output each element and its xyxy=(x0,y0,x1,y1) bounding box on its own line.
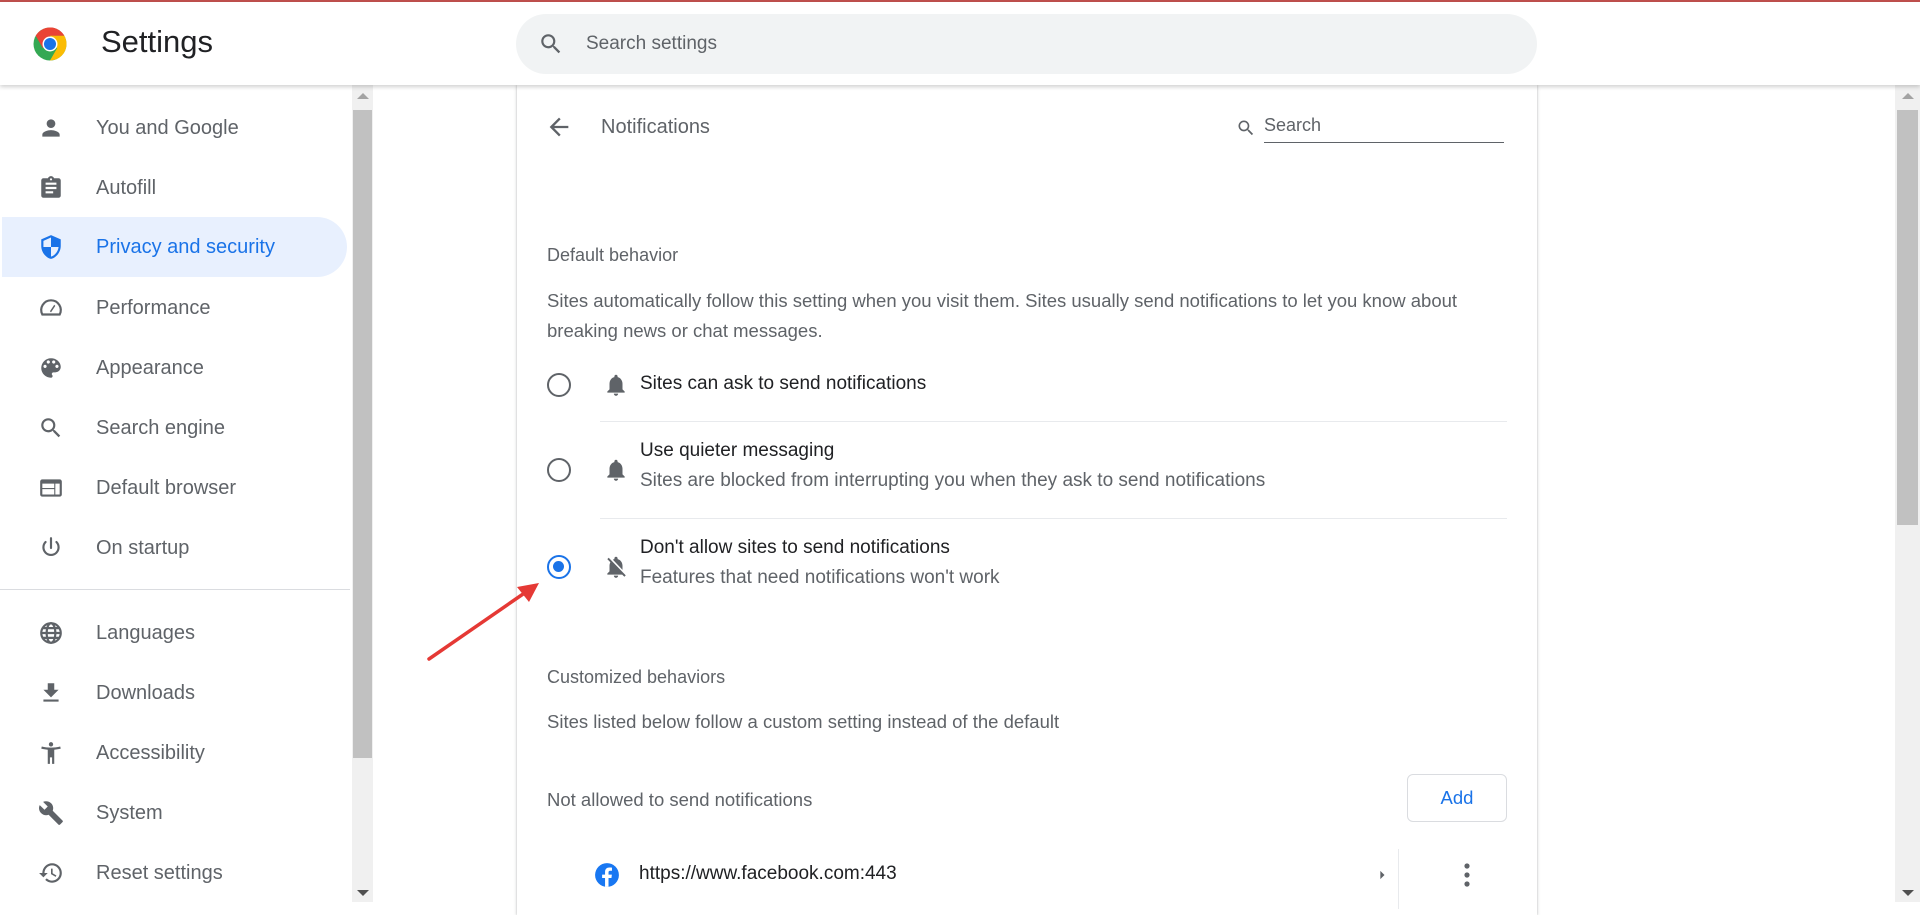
sidebar-item-performance[interactable]: Performance xyxy=(2,278,347,338)
speedometer-icon xyxy=(38,295,64,321)
power-icon xyxy=(38,535,64,561)
option-divider xyxy=(600,518,1507,519)
scroll-down-arrow-icon[interactable] xyxy=(1901,890,1914,896)
sidebar-item-label: Autofill xyxy=(96,176,157,199)
search-settings-field[interactable] xyxy=(516,14,1537,74)
sidebar-item-label: System xyxy=(96,801,163,824)
sidebar-item-on-startup[interactable]: On startup xyxy=(2,518,347,578)
shield-icon xyxy=(38,234,64,260)
sidebar: You and Google Autofill Privacy and secu… xyxy=(0,85,352,902)
customized-behaviors-description: Sites listed below follow a custom setti… xyxy=(547,711,1060,732)
more-vert-icon[interactable] xyxy=(1462,861,1472,889)
clipboard-icon xyxy=(38,175,64,201)
sidebar-item-system[interactable]: System xyxy=(2,783,347,843)
option-label: Sites can ask to send notifications xyxy=(640,373,927,394)
person-icon xyxy=(38,115,64,141)
search-settings-input[interactable] xyxy=(586,14,1486,74)
option-sublabel: Sites are blocked from interrupting you … xyxy=(640,470,1266,491)
sidebar-scrollbar[interactable] xyxy=(352,85,373,902)
sidebar-item-label: Appearance xyxy=(96,356,204,379)
notifications-search-field[interactable] xyxy=(1236,109,1536,145)
facebook-icon xyxy=(595,863,619,887)
page-scrollbar[interactable] xyxy=(1895,85,1920,902)
bell-off-icon xyxy=(607,556,626,578)
sidebar-item-label: Privacy and security xyxy=(96,235,275,258)
scroll-down-arrow-icon[interactable] xyxy=(356,890,369,896)
sidebar-item-reset-settings[interactable]: Reset settings xyxy=(2,843,347,902)
settings-header: Settings xyxy=(0,2,1920,85)
sidebar-item-privacy-and-security[interactable]: Privacy and security xyxy=(2,217,347,277)
radio-dont-allow[interactable] xyxy=(547,555,571,579)
search-icon xyxy=(541,34,561,54)
page-title: Notifications xyxy=(601,116,710,138)
sidebar-scrollbar-thumb[interactable] xyxy=(353,110,372,758)
option-divider xyxy=(600,421,1507,422)
search-icon xyxy=(38,415,64,441)
sidebar-item-label: Accessibility xyxy=(96,741,205,764)
radio-quieter-messaging[interactable] xyxy=(547,458,571,482)
sidebar-item-label: Downloads xyxy=(96,681,195,704)
radio-sites-can-ask[interactable] xyxy=(547,373,571,397)
browser-window-icon xyxy=(38,475,64,501)
sidebar-item-label: Reset settings xyxy=(96,861,223,884)
bell-icon xyxy=(607,459,625,481)
chrome-logo-icon xyxy=(33,27,67,61)
chevron-right-icon[interactable] xyxy=(1372,865,1392,885)
back-arrow-icon[interactable] xyxy=(545,113,573,141)
wrench-icon xyxy=(38,800,64,826)
notifications-search-input[interactable] xyxy=(1264,109,1504,143)
palette-icon xyxy=(38,355,64,381)
sidebar-item-search-engine[interactable]: Search engine xyxy=(2,398,347,458)
search-icon xyxy=(1238,120,1254,136)
notifications-card: Notifications Default behavior Sites aut… xyxy=(517,85,1537,915)
site-list-item[interactable]: https://www.facebook.com:443 xyxy=(547,847,1507,915)
scroll-up-arrow-icon[interactable] xyxy=(356,93,369,99)
sidebar-item-label: Languages xyxy=(96,621,195,644)
sidebar-item-label: Performance xyxy=(96,296,211,319)
default-behavior-heading: Default behavior xyxy=(547,245,679,265)
bell-icon xyxy=(607,374,625,396)
sidebar-item-accessibility[interactable]: Accessibility xyxy=(2,723,347,783)
annotation-arrow-line xyxy=(427,590,528,661)
app-title: Settings xyxy=(101,24,214,59)
add-site-button[interactable]: Add xyxy=(1407,774,1507,822)
option-label: Use quieter messaging xyxy=(640,440,835,461)
globe-icon xyxy=(38,620,64,646)
sidebar-item-autofill[interactable]: Autofill xyxy=(2,158,347,218)
row-separator xyxy=(1398,849,1399,909)
download-icon xyxy=(38,680,64,706)
sidebar-item-label: You and Google xyxy=(96,116,239,139)
sidebar-item-languages[interactable]: Languages xyxy=(2,603,347,663)
option-sublabel: Features that need notifications won't w… xyxy=(640,567,1000,588)
history-reset-icon xyxy=(38,860,64,886)
site-url[interactable]: https://www.facebook.com:443 xyxy=(639,863,897,885)
accessibility-icon xyxy=(38,740,64,766)
sidebar-item-appearance[interactable]: Appearance xyxy=(2,338,347,398)
default-behavior-description: Sites automatically follow this setting … xyxy=(547,290,1458,341)
sidebar-item-label: Default browser xyxy=(96,476,237,499)
option-label: Don't allow sites to send notifications xyxy=(640,537,950,558)
scroll-up-arrow-icon[interactable] xyxy=(1901,93,1914,99)
sidebar-item-downloads[interactable]: Downloads xyxy=(2,663,347,723)
customized-behaviors-heading: Customized behaviors xyxy=(547,667,726,687)
sidebar-item-label: Search engine xyxy=(96,416,225,439)
sidebar-divider xyxy=(0,589,350,590)
not-allowed-heading: Not allowed to send notifications xyxy=(547,789,813,810)
page-scrollbar-thumb[interactable] xyxy=(1897,110,1918,525)
sidebar-item-label: On startup xyxy=(96,536,190,559)
sidebar-item-you-and-google[interactable]: You and Google xyxy=(2,98,347,158)
sidebar-item-default-browser[interactable]: Default browser xyxy=(2,458,347,518)
